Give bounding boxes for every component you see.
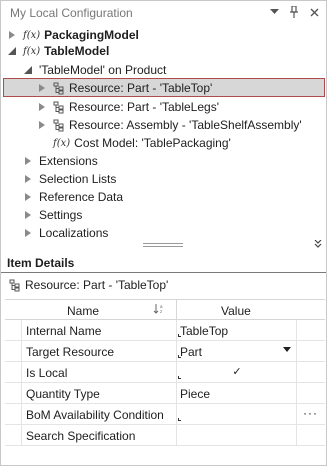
property-name: Internal Name [26, 324, 102, 338]
ellipsis-button[interactable]: ··· [303, 406, 318, 420]
column-divider [296, 341, 297, 361]
column-divider [296, 425, 297, 445]
panel-title: My Local Configuration [10, 6, 133, 20]
column-divider [296, 383, 297, 403]
resource-tree-icon [53, 82, 65, 95]
tree-item-cost-model[interactable]: f(x) Cost Model: 'TablePackaging' [53, 134, 231, 152]
details-subtitle: Resource: Part - 'TableTop' [9, 278, 168, 292]
tree-item-extensions[interactable]: Extensions [23, 152, 98, 170]
close-icon[interactable] [308, 5, 320, 19]
property-name: BoM Availability Condition [26, 408, 164, 422]
property-row-quantity-type[interactable]: Quantity Type Piece [5, 383, 325, 404]
property-grid-header: Name az Value [5, 299, 325, 320]
column-divider[interactable] [176, 300, 177, 320]
property-row-bom-availability[interactable]: BoM Availability Condition ··· [5, 404, 325, 425]
collapse-caret-icon[interactable] [23, 65, 33, 75]
column-divider [176, 362, 177, 382]
property-row-is-local[interactable]: Is Local ✓ [5, 362, 325, 383]
column-divider [296, 362, 297, 382]
tree-item-resource-tableshelfassembly[interactable]: Resource: Assembly - 'TableShelfAssembly… [37, 116, 302, 134]
internal-name-field[interactable]: TableTop [180, 324, 228, 338]
tree-item-label: 'TableModel' on Product [39, 63, 167, 77]
column-divider [176, 383, 177, 403]
expand-caret-icon[interactable] [23, 192, 33, 202]
quantity-type-value[interactable]: Piece [180, 387, 210, 401]
resource-tree-icon [53, 101, 65, 114]
property-row-search-specification[interactable]: Search Specification [5, 425, 325, 446]
tree-item-tablemodel-on-product[interactable]: 'TableModel' on Product [23, 61, 166, 79]
tree-item-tablemodel[interactable]: f(x) TableModel [7, 42, 109, 60]
property-name: Target Resource [26, 345, 115, 359]
expand-caret-icon[interactable] [23, 228, 33, 238]
property-row-internal-name[interactable]: Internal Name TableTop [5, 320, 325, 341]
column-header-value: Value [221, 304, 251, 318]
is-local-checkbox[interactable]: ✓ [231, 365, 243, 378]
property-name: Is Local [26, 366, 68, 380]
tree-item-reference-data[interactable]: Reference Data [23, 188, 123, 206]
splitter-grip[interactable] [143, 243, 183, 247]
tree-item-label: Reference Data [39, 190, 124, 204]
expand-caret-icon[interactable] [23, 210, 33, 220]
details-header: Item Details [7, 256, 75, 270]
collapse-caret-icon[interactable] [7, 46, 17, 56]
row-gutter [5, 320, 22, 340]
column-divider [176, 320, 177, 340]
fx-icon: f(x) [23, 45, 41, 57]
tree-item-label: Settings [39, 208, 83, 222]
tree-item-label: PackagingModel [44, 28, 139, 42]
tree-item-label: Selection Lists [39, 172, 117, 186]
tree-item-label: Localizations [39, 226, 109, 240]
edit-marker-icon [178, 376, 181, 379]
tree-item-label: Cost Model: 'TablePackaging' [74, 136, 231, 150]
expand-caret-icon[interactable] [37, 102, 47, 112]
property-row-target-resource[interactable]: Target Resource Part [5, 341, 325, 362]
tree-item-label: TableModel [44, 44, 110, 58]
fx-icon: f(x) [23, 29, 41, 41]
column-divider [176, 341, 177, 361]
details-subtitle-label: Resource: Part - 'TableTop' [25, 278, 169, 292]
fx-icon: f(x) [53, 137, 71, 149]
property-name: Quantity Type [26, 387, 100, 401]
panel-splitter[interactable] [1, 239, 326, 253]
tree-item-resource-tablelegs[interactable]: Resource: Part - 'TableLegs' [37, 98, 219, 116]
edit-marker-icon [178, 418, 181, 421]
row-gutter [5, 425, 22, 445]
titlebar-icons [268, 5, 320, 19]
tree-item-label: Resource: Part - 'TableLegs' [69, 100, 219, 114]
dropdown-arrow-icon[interactable] [283, 347, 291, 352]
sort-icon[interactable]: az [153, 303, 165, 318]
tree-item-label: Extensions [39, 154, 98, 168]
expand-caret-icon[interactable] [7, 30, 17, 40]
resource-tree-icon [53, 119, 65, 132]
row-gutter [5, 383, 22, 403]
pin-icon[interactable] [288, 5, 300, 19]
expand-caret-icon[interactable] [37, 120, 47, 130]
target-resource-select[interactable]: Part [180, 345, 202, 359]
row-gutter [5, 404, 22, 424]
expand-caret-icon[interactable] [23, 156, 33, 166]
configuration-panel: My Local Configuration f(x) PackagingMod… [0, 0, 327, 466]
details-divider [1, 272, 326, 273]
column-divider [176, 425, 177, 445]
column-divider [296, 404, 297, 424]
panel-titlebar: My Local Configuration [1, 1, 326, 25]
svg-text:z: z [160, 309, 163, 314]
tree-item-resource-tabletop[interactable]: Resource: Part - 'TableTop' [37, 79, 212, 97]
tree-item-settings[interactable]: Settings [23, 206, 82, 224]
collapse-details-icon[interactable] [313, 239, 323, 250]
row-gutter [5, 362, 22, 382]
column-divider [296, 320, 297, 340]
tree-item-label: Resource: Part - 'TableTop' [69, 81, 213, 95]
tree-item-selection-lists[interactable]: Selection Lists [23, 170, 116, 188]
resource-tree-icon [9, 279, 21, 292]
dropdown-icon[interactable] [268, 5, 280, 19]
expand-caret-icon[interactable] [37, 83, 47, 93]
property-name: Search Specification [26, 429, 136, 443]
row-gutter [5, 341, 22, 361]
tree-item-label: Resource: Assembly - 'TableShelfAssembly… [69, 118, 302, 132]
expand-caret-icon[interactable] [23, 174, 33, 184]
column-divider [176, 404, 177, 424]
column-header-name[interactable]: Name [67, 304, 99, 318]
